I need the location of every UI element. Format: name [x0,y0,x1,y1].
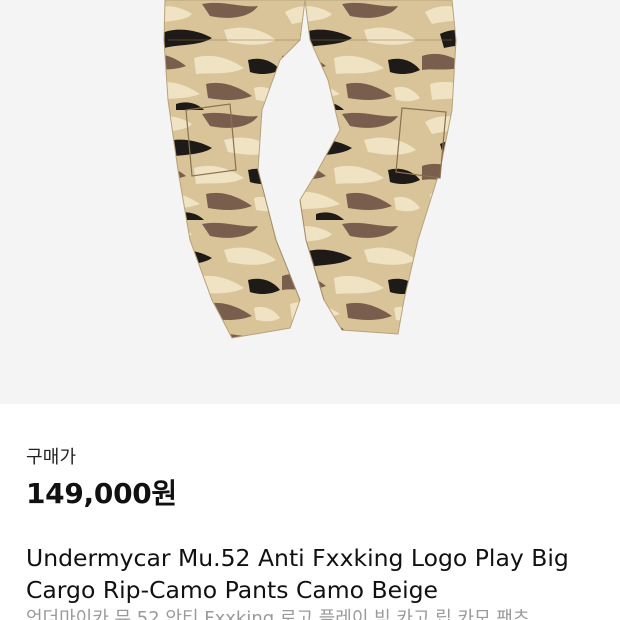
camo-pants-image [163,0,457,339]
product-subtitle: 언더마이카 뮤 52 안티 Fxxking 로고 플레이 빅 카고 립 카모 팬… [26,608,530,620]
product-detail-page: 구매가 149,000원 Undermycar Mu.52 Anti Fxxki… [0,0,620,620]
product-image[interactable] [0,0,620,404]
price-value: 149,000원 [26,477,177,510]
product-title: Undermycar Mu.52 Anti Fxxking Logo Play … [26,544,569,604]
price-label: 구매가 [26,447,77,468]
